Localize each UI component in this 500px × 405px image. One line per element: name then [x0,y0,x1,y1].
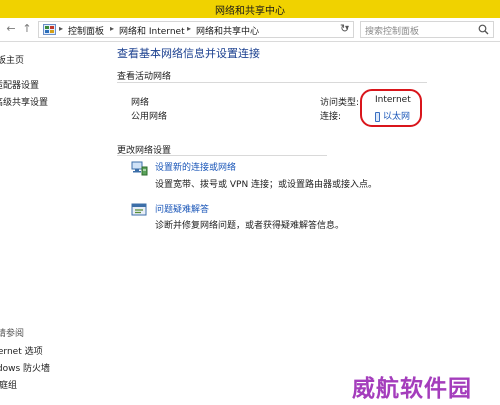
section-divider [117,82,427,83]
setup-connection-link[interactable]: 设置新的连接或网络 [155,160,236,173]
sidebar-item-windows-firewall[interactable]: Windows 防火墙 [0,361,50,374]
sidebar-item-home[interactable]: 面板主页 [0,53,24,66]
sidebar-item-internet-options[interactable]: Internet 选项 [0,344,43,357]
sidebar: 面板主页 适配器设置 高级共享设置 另请参阅 Internet 选项 Windo… [0,43,105,405]
breadcrumb-separator-icon: ▸ [187,24,192,33]
section-divider [117,155,327,156]
connections-label: 连接: [320,112,342,122]
search-icon[interactable] [478,24,489,35]
breadcrumb-item-sharing-center[interactable]: 网络和共享中心 [196,24,259,37]
troubleshoot-link[interactable]: 问题疑难解答 [155,202,209,215]
troubleshoot-description: 诊断并修复网络问题，或者获得疑难解答信息。 [155,221,345,231]
watermark-text: 威航软件园 [352,375,472,402]
navigation-bar: ← ↑ ▸ 控制面板 ▸ 网络和 Internet ▸ 网络和共享中心 ▾ ↻ … [0,18,500,42]
setup-connection-description: 设置宽带、拨号或 VPN 连接；或设置路由器或接入点。 [155,180,378,190]
title-bar: 网络和共享中心 [0,0,500,18]
refresh-icon[interactable]: ↻ [340,22,349,35]
network-name: 网络 [131,98,150,108]
breadcrumb-item-control-panel[interactable]: 控制面板 [68,24,104,37]
search-placeholder: 搜索控制面板 [365,27,420,37]
sidebar-item-homegroup[interactable]: 家庭组 [0,378,17,391]
sidebar-item-advanced-sharing[interactable]: 高级共享设置 [0,95,48,108]
highlight-annotation [360,89,422,127]
troubleshoot-icon [131,203,147,216]
access-type-label: 访问类型: [320,98,360,108]
search-box[interactable]: 搜索控制面板 [360,21,494,38]
breadcrumb-separator-icon: ▸ [59,24,64,33]
address-bar[interactable]: ▸ 控制面板 ▸ 网络和 Internet ▸ 网络和共享中心 ▾ [38,21,354,38]
control-panel-icon [43,24,56,35]
breadcrumb-separator-icon: ▸ [110,24,115,33]
page-title: 查看基本网络信息并设置连接 [117,47,260,60]
network-type[interactable]: 公用网络 [131,109,167,122]
see-also-label: 另请参阅 [0,329,25,339]
network-setup-icon [131,161,148,176]
active-networks-label: 查看活动网络 [117,72,172,82]
sidebar-item-adapter-settings[interactable]: 适配器设置 [0,78,39,91]
up-arrow-icon[interactable]: ↑ [20,22,34,36]
breadcrumb-item-network-internet[interactable]: 网络和 Internet [119,24,185,37]
back-arrow-icon[interactable]: ← [4,22,18,36]
window-title: 网络和共享中心 [215,6,285,17]
